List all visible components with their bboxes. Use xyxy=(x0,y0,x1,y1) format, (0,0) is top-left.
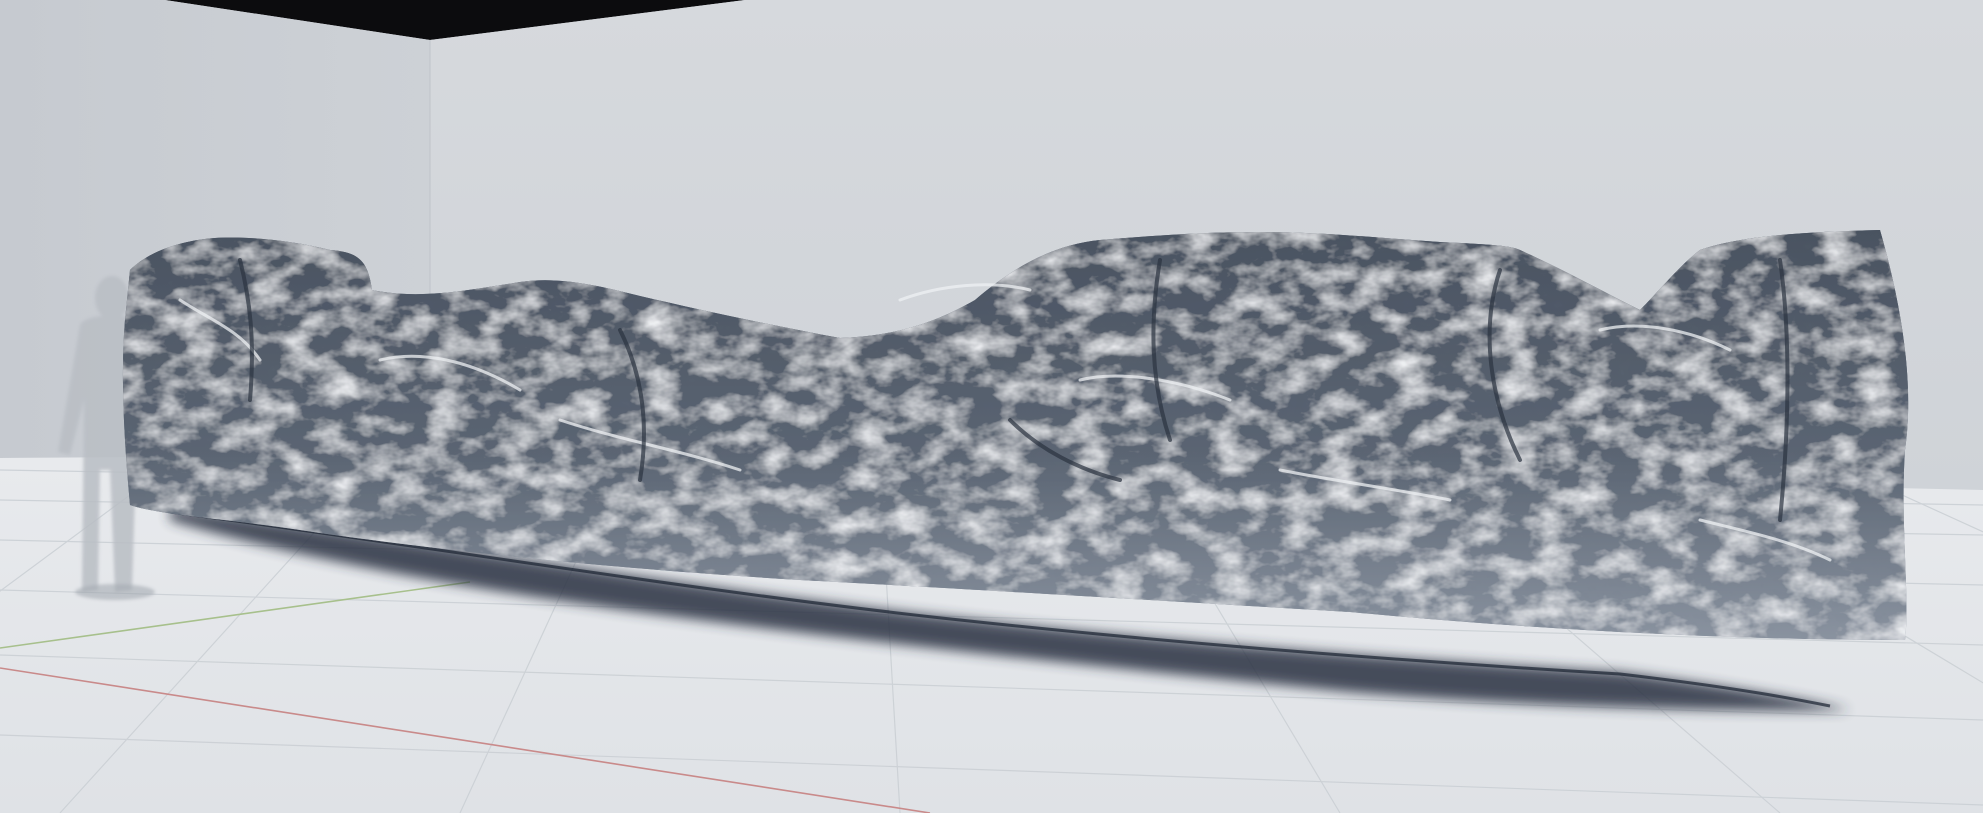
render-viewport[interactable] xyxy=(0,0,1983,813)
scene-canvas[interactable] xyxy=(0,0,1983,813)
